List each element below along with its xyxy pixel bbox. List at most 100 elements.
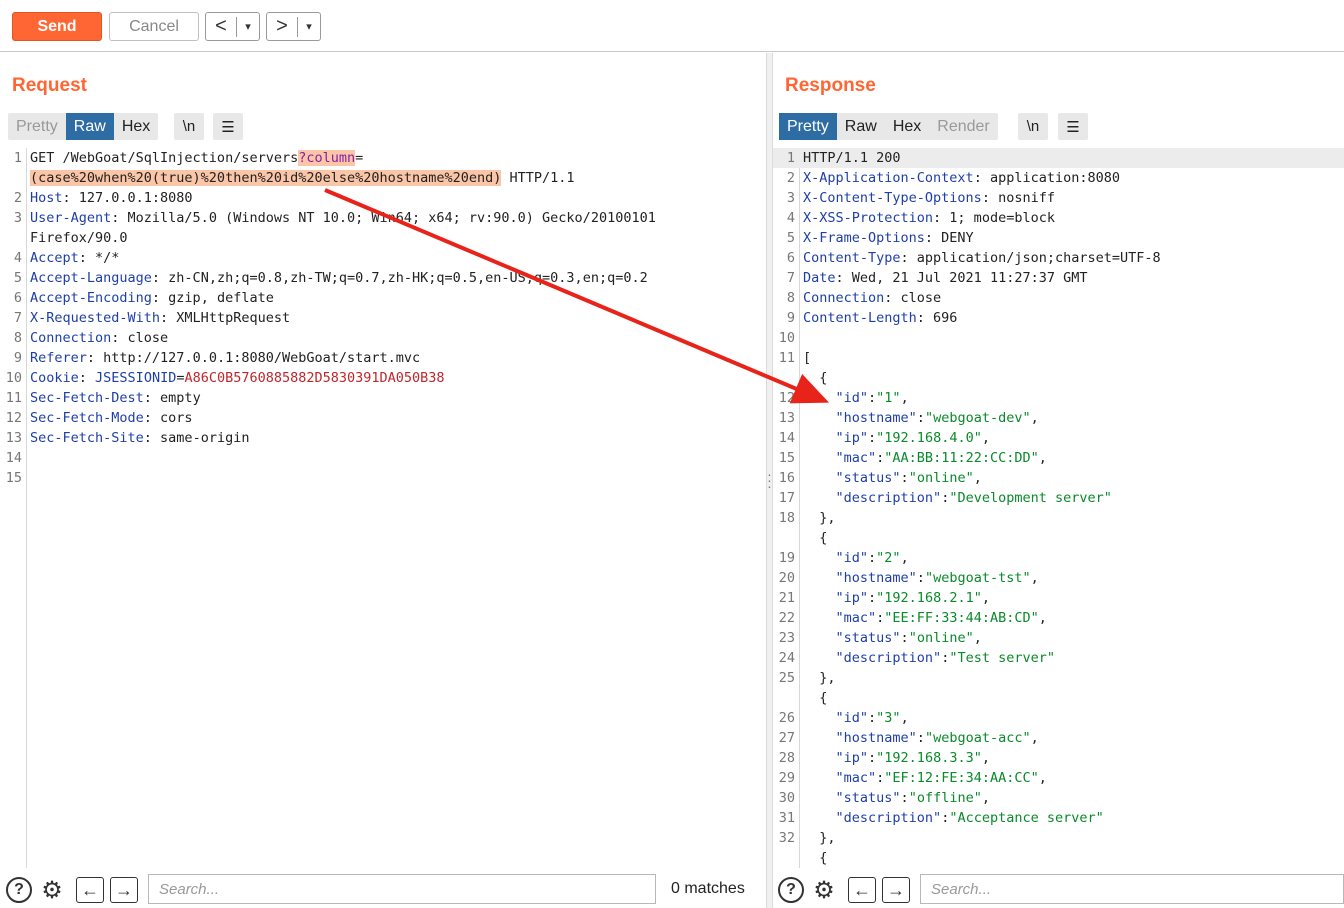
forward-history-dropdown[interactable]: ▾ [298, 13, 320, 40]
code-token: Content-Type [803, 250, 901, 266]
code-token: "webgoat-tst" [924, 570, 1031, 586]
line-content: "hostname":"webgoat-acc", [803, 728, 1039, 748]
tab-hex[interactable]: Hex [114, 113, 158, 140]
code-token: JSESSIONID [95, 370, 177, 386]
code-token: [ [803, 350, 812, 366]
code-token: "webgoat-dev" [924, 410, 1031, 426]
gear-icon[interactable]: ⚙ [810, 876, 838, 904]
code-line: 6 Accept-Encoding: gzip, deflate [0, 288, 766, 308]
code-token: : same-origin [143, 430, 250, 446]
code-token: , [1038, 610, 1047, 626]
forward-button[interactable]: > [267, 13, 297, 40]
line-number: 12 [5, 410, 22, 426]
code-token: : [868, 750, 877, 766]
newline-toggle-button[interactable]: \n [1018, 113, 1048, 140]
line-number: 23 [778, 630, 795, 646]
code-line: 3 X-Content-Type-Options: nosniff [773, 188, 1344, 208]
tab-hex[interactable]: Hex [885, 113, 929, 140]
code-token: "Test server" [949, 650, 1055, 666]
code-line: 24 "description":"Test server" [773, 648, 1344, 668]
code-token: { [803, 530, 828, 546]
line-number: 11 [5, 390, 22, 406]
line-content: Connection: close [30, 328, 168, 348]
send-button[interactable]: Send [12, 12, 102, 41]
menu-icon[interactable]: ☰ [1058, 113, 1088, 140]
code-token: : [900, 470, 909, 486]
response-editor[interactable]: 1 HTTP/1.1 200 2 X-Application-Context: app… [773, 148, 1344, 868]
line-number: 6 [13, 290, 22, 306]
cancel-button[interactable]: Cancel [109, 12, 199, 41]
request-search-input[interactable]: Search... [148, 874, 656, 904]
tab-raw[interactable]: Raw [65, 113, 114, 140]
line-number: 1 [13, 150, 22, 166]
code-token: "192.168.4.0" [876, 430, 982, 446]
line-number: 13 [778, 410, 795, 426]
line-number: 7 [786, 270, 795, 286]
help-icon[interactable]: ? [5, 876, 33, 904]
code-line: 5 Accept-Language: zh-CN,zh;q=0.8,zh-TW;q… [0, 268, 766, 288]
line-content: Firefox/90.0 [30, 228, 128, 248]
line-content: X-Frame-Options: DENY [803, 228, 974, 248]
line-content: "mac":"EE:FF:33:44:AB:CD", [803, 608, 1047, 628]
code-token: , [973, 630, 982, 646]
line-number: 32 [778, 830, 795, 846]
code-token: }, [803, 830, 836, 846]
back-nav-group: < ▾ [205, 12, 260, 41]
gear-icon[interactable]: ⚙ [38, 876, 66, 904]
code-line: 15 "mac":"AA:BB:11:22:CC:DD", [773, 448, 1344, 468]
code-token: "1" [876, 390, 901, 406]
code-token: "status" [835, 630, 901, 646]
code-token: Host [30, 190, 63, 206]
menu-icon[interactable]: ☰ [213, 113, 243, 140]
code-line: 6 Content-Type: application/json;charset=… [773, 248, 1344, 268]
code-token: : [916, 410, 925, 426]
code-token: "2" [876, 550, 901, 566]
code-token: "description" [835, 650, 942, 666]
code-line: 3 User-Agent: Mozilla/5.0 (Windows NT 10.… [0, 208, 766, 228]
line-number: 27 [778, 730, 795, 746]
help-icon[interactable]: ? [777, 876, 805, 904]
next-match-button[interactable]: → [110, 876, 138, 904]
back-history-dropdown[interactable]: ▾ [237, 13, 259, 40]
code-token: : empty [143, 390, 201, 406]
code-line: 32 }, [773, 828, 1344, 848]
code-line: 23 "status":"online", [773, 628, 1344, 648]
code-line: { [773, 368, 1344, 388]
line-content: X-XSS-Protection: 1; mode=block [803, 208, 1055, 228]
previous-match-button[interactable]: ← [848, 876, 876, 904]
code-token: Cookie [30, 370, 79, 386]
code-token: : [868, 710, 877, 726]
tab-render[interactable]: Render [929, 113, 997, 140]
line-number: 14 [778, 430, 795, 446]
code-token: : Mozilla/5.0 (Windows NT 10.0; Win64; x… [111, 210, 656, 226]
request-editor[interactable]: 1 GET /WebGoat/SqlInjection/servers?colum… [0, 148, 766, 868]
line-content: "status":"online", [803, 628, 982, 648]
code-token: : 1; mode=block [933, 210, 1055, 226]
line-content: "status":"offline", [803, 788, 990, 808]
code-line: Firefox/90.0 [0, 228, 766, 248]
code-line: 13 Sec-Fetch-Site: same-origin [0, 428, 766, 448]
tab-raw[interactable]: Raw [837, 113, 885, 140]
code-line: { [773, 528, 1344, 548]
previous-match-button[interactable]: ← [76, 876, 104, 904]
back-button[interactable]: < [206, 13, 236, 40]
code-token: : application:8080 [973, 170, 1120, 186]
code-line: 14 [0, 448, 766, 468]
panel-splitter[interactable]: · · · [766, 53, 773, 908]
tab-pretty[interactable]: Pretty [8, 113, 66, 140]
code-token: Content-Length [803, 310, 917, 326]
newline-toggle-button[interactable]: \n [174, 113, 204, 140]
tab-pretty[interactable]: Pretty [779, 113, 837, 140]
response-search-input[interactable]: Search... [920, 874, 1344, 904]
code-token: , [981, 750, 990, 766]
next-match-button[interactable]: → [882, 876, 910, 904]
line-content: "status":"online", [803, 468, 982, 488]
code-token: "mac" [835, 770, 877, 786]
code-token: HTTP/1.1 [501, 170, 575, 186]
